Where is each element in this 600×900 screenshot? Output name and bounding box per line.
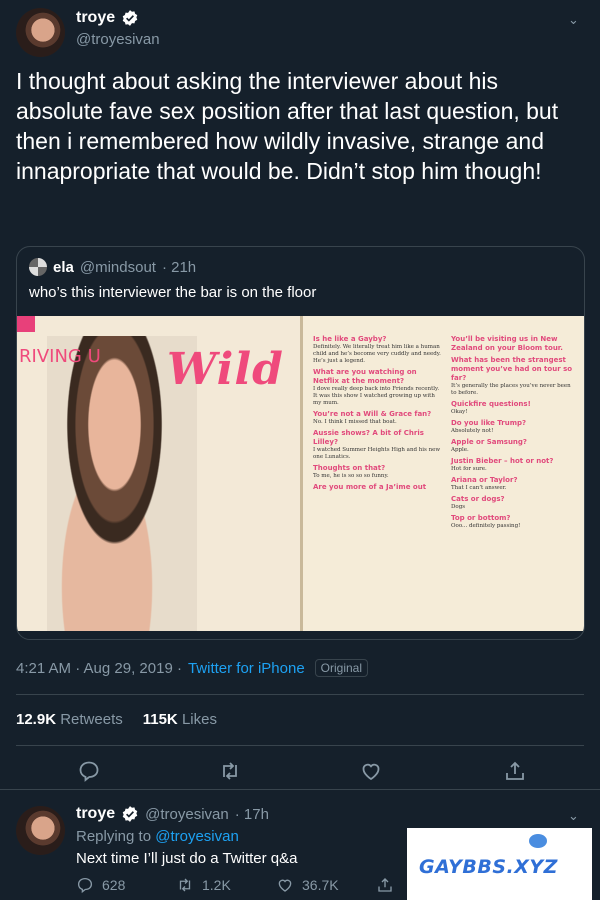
magazine-question: Quickfire questions! xyxy=(451,400,531,408)
magazine-answer: Absolutely not! xyxy=(451,428,494,434)
magazine-headline: Wild xyxy=(167,344,284,395)
divider xyxy=(0,789,600,790)
likes-count: 115K xyxy=(142,711,178,728)
replying-to: Replying to @troyesivan xyxy=(76,828,239,845)
divider xyxy=(16,694,584,695)
reply-count: 628 xyxy=(102,877,126,893)
magazine-answer: That I can’t answer. xyxy=(451,485,507,491)
magazine-question: Aussie shows? A bit of Chris Lilley? xyxy=(313,429,424,446)
magazine-question: Justin Bieber – hot or not? xyxy=(451,457,554,465)
tweet-text: I thought about asking the interviewer a… xyxy=(16,68,559,184)
verified-badge-icon xyxy=(122,10,138,26)
retweet-icon[interactable] xyxy=(218,759,242,783)
quoted-tweet-text: who’s this interviewer the bar is on the… xyxy=(29,284,317,301)
like-icon xyxy=(278,879,292,892)
reply-icon xyxy=(77,877,93,894)
avatar[interactable] xyxy=(16,8,65,57)
quoted-tweet[interactable]: ela @mindsout · 21h who’s this interview… xyxy=(16,246,585,640)
retweets-label: Retweets xyxy=(60,711,123,728)
magazine-question: Cats or dogs? xyxy=(451,495,505,503)
quoted-author-handle: @mindsout xyxy=(79,258,156,276)
reply-text: Next time I’ll just do a Twitter q&a xyxy=(76,850,298,867)
like-count: 36.7K xyxy=(302,877,339,893)
reply-author-handle[interactable]: @troyesivan xyxy=(145,806,229,823)
magazine-answer: Dogs xyxy=(451,504,466,510)
magazine-column-left: Is he like a Gayby? Definitely. We litera… xyxy=(313,332,441,492)
magazine-headline-prefix: RIVING U xyxy=(19,346,101,367)
magazine-column-right: You’ll be visiting us in New Zealand on … xyxy=(451,332,577,530)
source-link[interactable]: Twitter for iPhone xyxy=(188,660,305,677)
magazine-answer: Okay! xyxy=(451,409,468,415)
magazine-question: Top or bottom? xyxy=(451,514,511,522)
retweet-count: 1.2K xyxy=(202,877,231,893)
reply-like-action[interactable]: 36.7K xyxy=(276,876,376,894)
magazine-question: Thoughts on that? xyxy=(313,464,386,472)
magazine-answer: Apple. xyxy=(451,447,469,453)
reply-retweet-action[interactable]: 1.2K xyxy=(176,876,276,894)
reply-time[interactable]: · 17h xyxy=(235,806,269,823)
chevron-down-icon[interactable]: ⌄ xyxy=(568,808,579,824)
magazine-answer: I dove really deep back into Friends rec… xyxy=(313,386,440,406)
magazine-answer: Ooo... definitely passing! xyxy=(451,523,521,529)
tweet-actions xyxy=(0,756,600,786)
quoted-tweet-header: ela @mindsout · 21h xyxy=(29,258,196,276)
author-name-row: troye xyxy=(76,9,139,27)
replying-to-link[interactable]: @troyesivan xyxy=(155,828,239,845)
bird-icon xyxy=(529,834,547,848)
verified-badge-icon xyxy=(122,806,138,822)
reply-avatar[interactable] xyxy=(16,806,65,855)
quoted-time: · 21h xyxy=(161,258,197,276)
magazine-question: What are you watching on Netflix at the … xyxy=(313,368,417,385)
magazine-answer: Hot for sure. xyxy=(451,466,487,472)
magazine-question: Ariana or Taylor? xyxy=(451,476,518,484)
magazine-tag xyxy=(17,316,35,332)
likes-stat[interactable]: 115K Likes xyxy=(143,711,217,728)
magazine-answer: I watched Summer Heights High and his ne… xyxy=(313,447,441,460)
likes-label: Likes xyxy=(181,711,217,728)
quoted-author-name: ela xyxy=(53,258,74,276)
magazine-question: Do you like Trump? xyxy=(451,419,527,427)
retweet-icon xyxy=(179,878,191,892)
magazine-answer: To me, he is so so so funny. xyxy=(313,473,389,479)
magazine-question: What has been the strangest moment you’v… xyxy=(451,356,573,382)
reply-reply-action[interactable]: 628 xyxy=(76,876,176,894)
watermark: GAYBBS.XYZ xyxy=(407,828,592,900)
magazine-question: Are you more of a Ja’ime out xyxy=(313,483,427,491)
magazine-left-page[interactable]: RIVING U Wild xyxy=(17,316,300,631)
reply-author-row: troye @troyesivan · 17h xyxy=(76,805,269,823)
magazine-question: You’ll be visiting us in New Zealand on … xyxy=(451,335,563,352)
tweet-meta: 4:21 AM · Aug 29, 2019 · Twitter for iPh… xyxy=(16,659,369,677)
author-handle[interactable]: @troyesivan xyxy=(76,31,160,48)
replying-prefix: Replying to xyxy=(76,828,152,845)
retweets-count: 12.9K xyxy=(16,711,57,728)
magazine-right-page[interactable]: Is he like a Gayby? Definitely. We litera… xyxy=(303,316,584,631)
retweets-stat[interactable]: 12.9K Retweets xyxy=(16,711,123,728)
reply-icon[interactable] xyxy=(77,759,101,783)
like-icon[interactable] xyxy=(359,759,383,783)
watermark-text: GAYBBS.XYZ xyxy=(419,856,558,878)
author-name[interactable]: troye xyxy=(76,9,115,27)
timestamp[interactable]: 4:21 AM · Aug 29, 2019 · xyxy=(16,660,182,677)
magazine-question: You’re not a Will & Grace fan? xyxy=(313,410,432,418)
quoted-avatar xyxy=(29,258,47,276)
share-icon xyxy=(378,878,392,892)
chevron-down-icon[interactable]: ⌄ xyxy=(568,12,579,28)
divider xyxy=(16,745,584,746)
magazine-answer: Definitely. We literally treat him like … xyxy=(313,344,441,364)
magazine-question: Apple or Samsung? xyxy=(451,438,527,446)
reply-author-name[interactable]: troye xyxy=(76,805,115,823)
magazine-question: Is he like a Gayby? xyxy=(313,335,387,343)
share-icon[interactable] xyxy=(503,759,527,783)
magazine-answer: No. I think I missed that boat. xyxy=(313,419,397,425)
magazine-answer: It’s generally the places you’ve never b… xyxy=(451,383,571,396)
original-badge: Original xyxy=(314,659,369,677)
tweet-stats: 12.9K Retweets 115K Likes xyxy=(16,711,217,728)
